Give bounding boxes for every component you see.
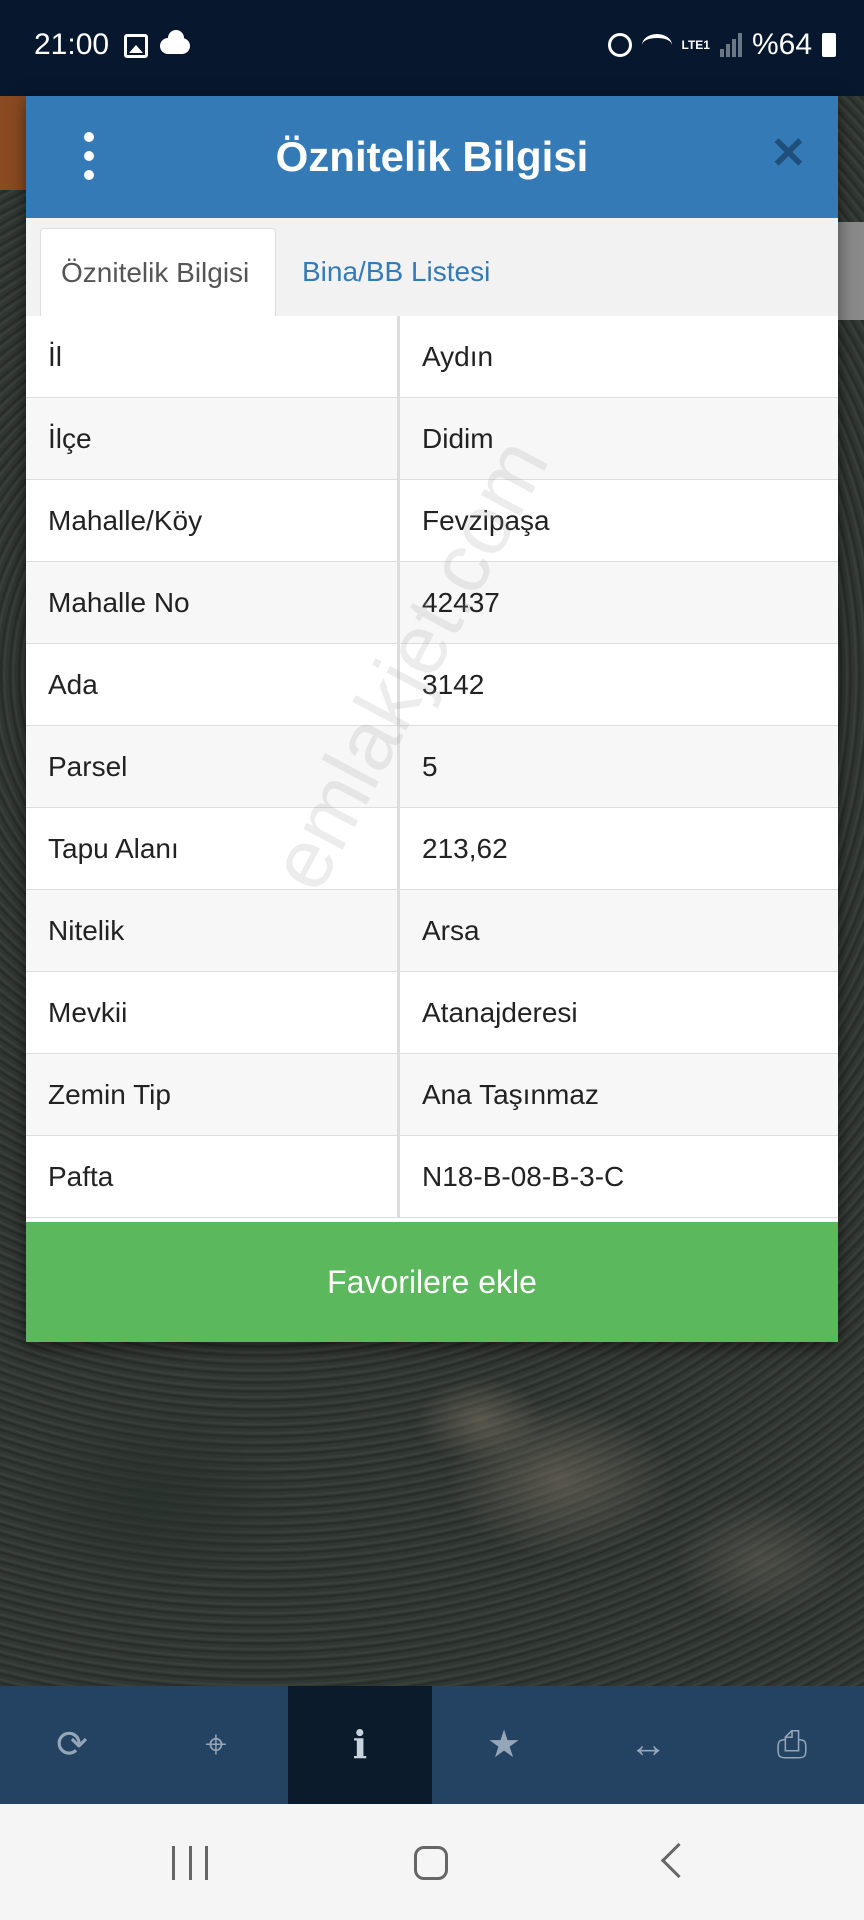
row-value: Aydın: [422, 341, 494, 372]
row-value: 5: [422, 751, 438, 782]
table-row: Ada 3142: [26, 644, 838, 726]
info-button[interactable]: i: [288, 1686, 432, 1804]
attribute-dialog: Öznitelik Bilgisi ✕ Öznitelik Bilgisi Bi…: [26, 96, 838, 1342]
table-row: Pafta N18-B-08-B-3-C: [26, 1136, 838, 1218]
table-row: Nitelik Arsa: [26, 890, 838, 972]
row-key: Tapu Alanı: [26, 808, 400, 890]
status-bar: 21:00 LTE1 %64: [0, 0, 864, 96]
battery-percent: %64: [751, 28, 812, 61]
dialog-scrollbar[interactable]: [836, 222, 864, 320]
print-icon: ⎙: [776, 1724, 808, 1766]
tab-building-list[interactable]: Bina/BB Listesi: [282, 228, 510, 316]
android-nav-bar: [0, 1804, 864, 1920]
table-row: Mahalle No 42437: [26, 562, 838, 644]
row-value: 213,62: [422, 833, 508, 864]
row-key: Zemin Tip: [26, 1054, 400, 1136]
row-value: Atanajderesi: [422, 997, 578, 1028]
row-key: İl: [26, 316, 400, 398]
alarm-icon: [607, 33, 632, 57]
favorites-button[interactable]: ★: [432, 1686, 576, 1804]
dialog-title: Öznitelik Bilgisi: [275, 133, 589, 180]
row-key: Mahalle No: [26, 562, 400, 644]
signal-icon: [719, 33, 742, 57]
measure-icon: ↔: [629, 1724, 667, 1766]
measure-button[interactable]: ↔: [576, 1686, 720, 1804]
row-key: İlçe: [26, 398, 400, 480]
table-row: Zemin Tip Ana Taşınmaz: [26, 1054, 838, 1136]
table-row: Mahalle/Köy Fevzipaşa: [26, 480, 838, 562]
battery-icon: [822, 33, 836, 57]
tab-attribute-info[interactable]: Öznitelik Bilgisi: [40, 228, 276, 316]
row-value: 42437: [422, 587, 500, 618]
tab-bar: Öznitelik Bilgisi Bina/BB Listesi: [26, 218, 838, 317]
dialog-header: Öznitelik Bilgisi ✕: [26, 96, 838, 218]
home-icon[interactable]: [414, 1846, 448, 1880]
status-time: 21:00: [34, 28, 110, 61]
row-value: Ana Taşınmaz: [422, 1079, 599, 1110]
lte-label: LTE1: [681, 38, 710, 52]
locate-icon: ⌖: [205, 1724, 227, 1766]
row-value: Didim: [422, 423, 494, 454]
print-button[interactable]: ⎙: [720, 1686, 864, 1804]
info-icon: i: [352, 1722, 368, 1767]
table-row: İlçe Didim: [26, 398, 838, 480]
row-key: Mahalle/Köy: [26, 480, 400, 562]
row-value: N18-B-08-B-3-C: [422, 1161, 625, 1192]
back-icon[interactable]: [660, 1842, 697, 1879]
wifi-icon: [641, 34, 672, 56]
row-key: Parsel: [26, 726, 400, 808]
add-to-favorites-button[interactable]: Favorilere ekle: [26, 1222, 838, 1342]
table-row: İl Aydın: [26, 316, 838, 398]
bottom-toolbar: ⟳ ⌖ i ★ ↔ ⎙: [0, 1686, 864, 1804]
row-key: Nitelik: [26, 890, 400, 972]
row-value: 3142: [422, 669, 485, 700]
more-vertical-icon[interactable]: [74, 132, 104, 180]
locate-button[interactable]: ⌖: [144, 1686, 288, 1804]
refresh-icon: ⟳: [56, 1724, 88, 1766]
table-row: Mevkii Atanajderesi: [26, 972, 838, 1054]
attribute-table: İl Aydın İlçe Didim Mahalle/Köy Fevzipaşa M…: [26, 316, 838, 1218]
row-value: Arsa: [422, 915, 480, 946]
table-row: Tapu Alanı 213,62: [26, 808, 838, 890]
cloud-icon: [160, 30, 190, 54]
row-key: Pafta: [26, 1136, 400, 1218]
row-key: Ada: [26, 644, 400, 726]
recent-apps-icon[interactable]: [172, 1846, 208, 1880]
close-icon[interactable]: ✕: [770, 132, 807, 176]
row-value: Fevzipaşa: [422, 505, 550, 536]
star-icon: ★: [486, 1724, 522, 1766]
refresh-button[interactable]: ⟳: [0, 1686, 144, 1804]
row-key: Mevkii: [26, 972, 400, 1054]
gallery-icon: [124, 34, 148, 58]
table-row: Parsel 5: [26, 726, 838, 808]
